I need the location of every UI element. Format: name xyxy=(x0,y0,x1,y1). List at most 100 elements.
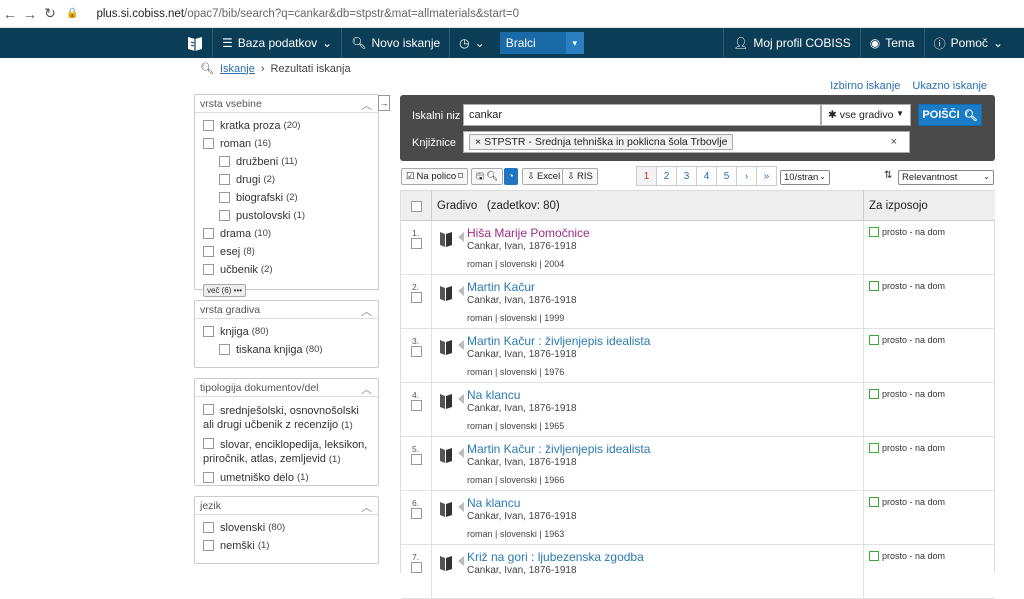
table-row[interactable]: 1. Hiša Marije Pomočnice Cankar, Ivan, 187… xyxy=(401,221,995,275)
checkbox[interactable] xyxy=(219,210,230,221)
material-select[interactable]: ✱ vse gradivo ▼ xyxy=(821,104,911,126)
facet-option[interactable]: tiskana knjiga (80) xyxy=(195,341,378,359)
page-4[interactable]: 4 xyxy=(696,166,717,186)
new-search-link[interactable]: 🔍︎ Novo iskanje xyxy=(342,28,449,58)
result-title-link[interactable]: Križ na gori : ljubezenska zgodba xyxy=(467,550,644,564)
availability-status[interactable]: prosto - na dom xyxy=(869,335,945,345)
facet-option[interactable]: roman (16) xyxy=(195,135,378,153)
facet-option[interactable]: kratka proza (20) xyxy=(195,117,378,135)
table-row[interactable]: 7. Križ na gori : ljubezenska zgodba Canka… xyxy=(401,545,995,599)
theme-link[interactable]: ◉ Tema xyxy=(861,28,924,58)
checkbox[interactable] xyxy=(203,404,214,415)
facet-header[interactable]: jezik ︿ xyxy=(195,497,378,515)
expand-arrow-icon[interactable] xyxy=(458,394,464,404)
availability-status[interactable]: prosto - na dom xyxy=(869,443,945,453)
rss-icon[interactable]: ◔ xyxy=(504,168,518,185)
checkbox[interactable] xyxy=(219,344,230,355)
row-checkbox[interactable] xyxy=(411,454,422,465)
availability-status[interactable]: prosto - na dom xyxy=(869,497,945,507)
table-row[interactable]: 2. Martin Kačur Cankar, Ivan, 1876-1918 rom… xyxy=(401,275,995,329)
facet-option[interactable]: slovar, enciklopedija, leksikon, priročn… xyxy=(195,435,378,469)
page-2[interactable]: 2 xyxy=(656,166,677,186)
row-checkbox[interactable] xyxy=(411,238,422,249)
checkbox[interactable] xyxy=(219,174,230,185)
checkbox[interactable] xyxy=(203,228,214,239)
result-title-link[interactable]: Hiša Marije Pomočnice xyxy=(467,226,590,240)
expand-arrow-icon[interactable] xyxy=(458,340,464,350)
row-checkbox[interactable] xyxy=(411,346,422,357)
facet-option[interactable]: nemški (1) xyxy=(195,537,378,555)
facet-option[interactable]: drama (10) xyxy=(195,225,378,243)
address-field[interactable]: plus.si.cobiss.net/opac7/bib/search?q=ca… xyxy=(96,8,519,20)
breadcrumb-search-link[interactable]: Iskanje xyxy=(220,63,255,75)
expand-sidebar-icon[interactable]: → xyxy=(378,95,390,111)
help-menu[interactable]: ⓘ Pomoč ⌄ xyxy=(925,28,1012,58)
result-title-link[interactable]: Martin Kačur xyxy=(467,280,535,294)
checkbox[interactable] xyxy=(203,438,214,449)
checkbox[interactable] xyxy=(219,156,230,167)
checkbox[interactable] xyxy=(203,540,214,551)
result-title-link[interactable]: Martin Kačur : življenjepis idealista xyxy=(467,334,650,348)
forward-arrow-icon[interactable]: → xyxy=(20,6,40,22)
row-checkbox[interactable] xyxy=(411,292,422,303)
facet-option[interactable]: srednješolski, osnovnošolski ali drugi u… xyxy=(195,401,378,435)
facet-option[interactable]: pustolovski (1) xyxy=(195,207,378,225)
page-1[interactable]: 1 xyxy=(636,166,657,186)
database-menu[interactable]: ☰ Baza podatkov ⌄ xyxy=(213,28,341,58)
table-row[interactable]: 3. Martin Kačur : življenjepis idealista C… xyxy=(401,329,995,383)
availability-status[interactable]: prosto - na dom xyxy=(869,389,945,399)
facet-header[interactable]: vrsta vsebine ︿ xyxy=(195,95,378,113)
back-arrow-icon[interactable]: ← xyxy=(0,6,20,22)
result-title-link[interactable]: Na klancu xyxy=(467,496,520,510)
checkbox[interactable] xyxy=(203,522,214,533)
export-excel-button[interactable]: ⇩ Excel xyxy=(522,168,566,185)
row-checkbox[interactable] xyxy=(411,400,422,411)
add-to-shelf-button[interactable]: ☑ Na polico ⌑ xyxy=(401,168,469,185)
last-page-button[interactable]: » xyxy=(756,166,777,186)
availability-status[interactable]: prosto - na dom xyxy=(869,281,945,291)
facet-option[interactable]: drugi (2) xyxy=(195,171,378,189)
table-row[interactable]: 6. Na klancu Cankar, Ivan, 1876-1918 roman … xyxy=(401,491,995,545)
result-title-link[interactable]: Martin Kačur : življenjepis idealista xyxy=(467,442,650,456)
row-checkbox[interactable] xyxy=(411,562,422,573)
per-page-select[interactable]: 10/stran ⌄ xyxy=(780,170,830,185)
search-input[interactable]: cankar xyxy=(463,104,821,126)
table-row[interactable]: 4. Na klancu Cankar, Ivan, 1876-1918 roman … xyxy=(401,383,995,437)
checkbox[interactable] xyxy=(203,264,214,275)
expand-arrow-icon[interactable] xyxy=(458,502,464,512)
facet-option[interactable]: slovenski (80) xyxy=(195,519,378,537)
availability-status[interactable]: prosto - na dom xyxy=(869,227,945,237)
facet-header[interactable]: tipologija dokumentov/del ︿ xyxy=(195,379,378,397)
audience-select[interactable]: Bralci ▾ xyxy=(499,32,584,54)
checkbox[interactable] xyxy=(203,138,214,149)
next-page-button[interactable]: › xyxy=(736,166,757,186)
expand-arrow-icon[interactable] xyxy=(458,232,464,242)
checkbox[interactable] xyxy=(203,326,214,337)
more-button[interactable]: več (6) ••• xyxy=(203,284,247,297)
sort-select[interactable]: Relevantnost ⌄ xyxy=(898,170,994,185)
history-menu[interactable]: ◷ ⌄ xyxy=(450,28,494,58)
availability-status[interactable]: prosto - na dom xyxy=(869,551,945,561)
reload-icon[interactable]: ↻ xyxy=(40,5,60,22)
remove-tag-icon[interactable]: × xyxy=(475,136,481,148)
export-ris-button[interactable]: ⇩ RIS xyxy=(562,168,598,185)
checkbox[interactable] xyxy=(203,472,214,483)
table-row[interactable]: 5. Martin Kačur : življenjepis idealista C… xyxy=(401,437,995,491)
facet-option[interactable]: biografski (2) xyxy=(195,189,378,207)
library-tag[interactable]: × STPSTR - Srednja tehniška in poklicna … xyxy=(469,134,734,150)
page-3[interactable]: 3 xyxy=(676,166,697,186)
page-5[interactable]: 5 xyxy=(716,166,737,186)
row-checkbox[interactable] xyxy=(411,508,422,519)
save-search-button[interactable]: 🖫 🔍︎ xyxy=(471,168,504,185)
search-button[interactable]: POIŠČI 🔍︎ xyxy=(918,104,982,126)
expand-arrow-icon[interactable] xyxy=(458,556,464,566)
advanced-search-link[interactable]: Izbirno iskanje xyxy=(830,80,900,92)
facet-option[interactable]: učbenik (2) xyxy=(195,261,378,279)
checkbox[interactable] xyxy=(219,192,230,203)
facet-option[interactable]: esej (8) xyxy=(195,243,378,261)
cobiss-logo[interactable] xyxy=(178,28,212,58)
checkbox[interactable] xyxy=(203,246,214,257)
profile-menu[interactable]: 👤︎ Moj profil COBISS xyxy=(724,28,860,58)
facet-header[interactable]: vrsta gradiva ︿ xyxy=(195,301,378,319)
checkbox[interactable] xyxy=(203,120,214,131)
